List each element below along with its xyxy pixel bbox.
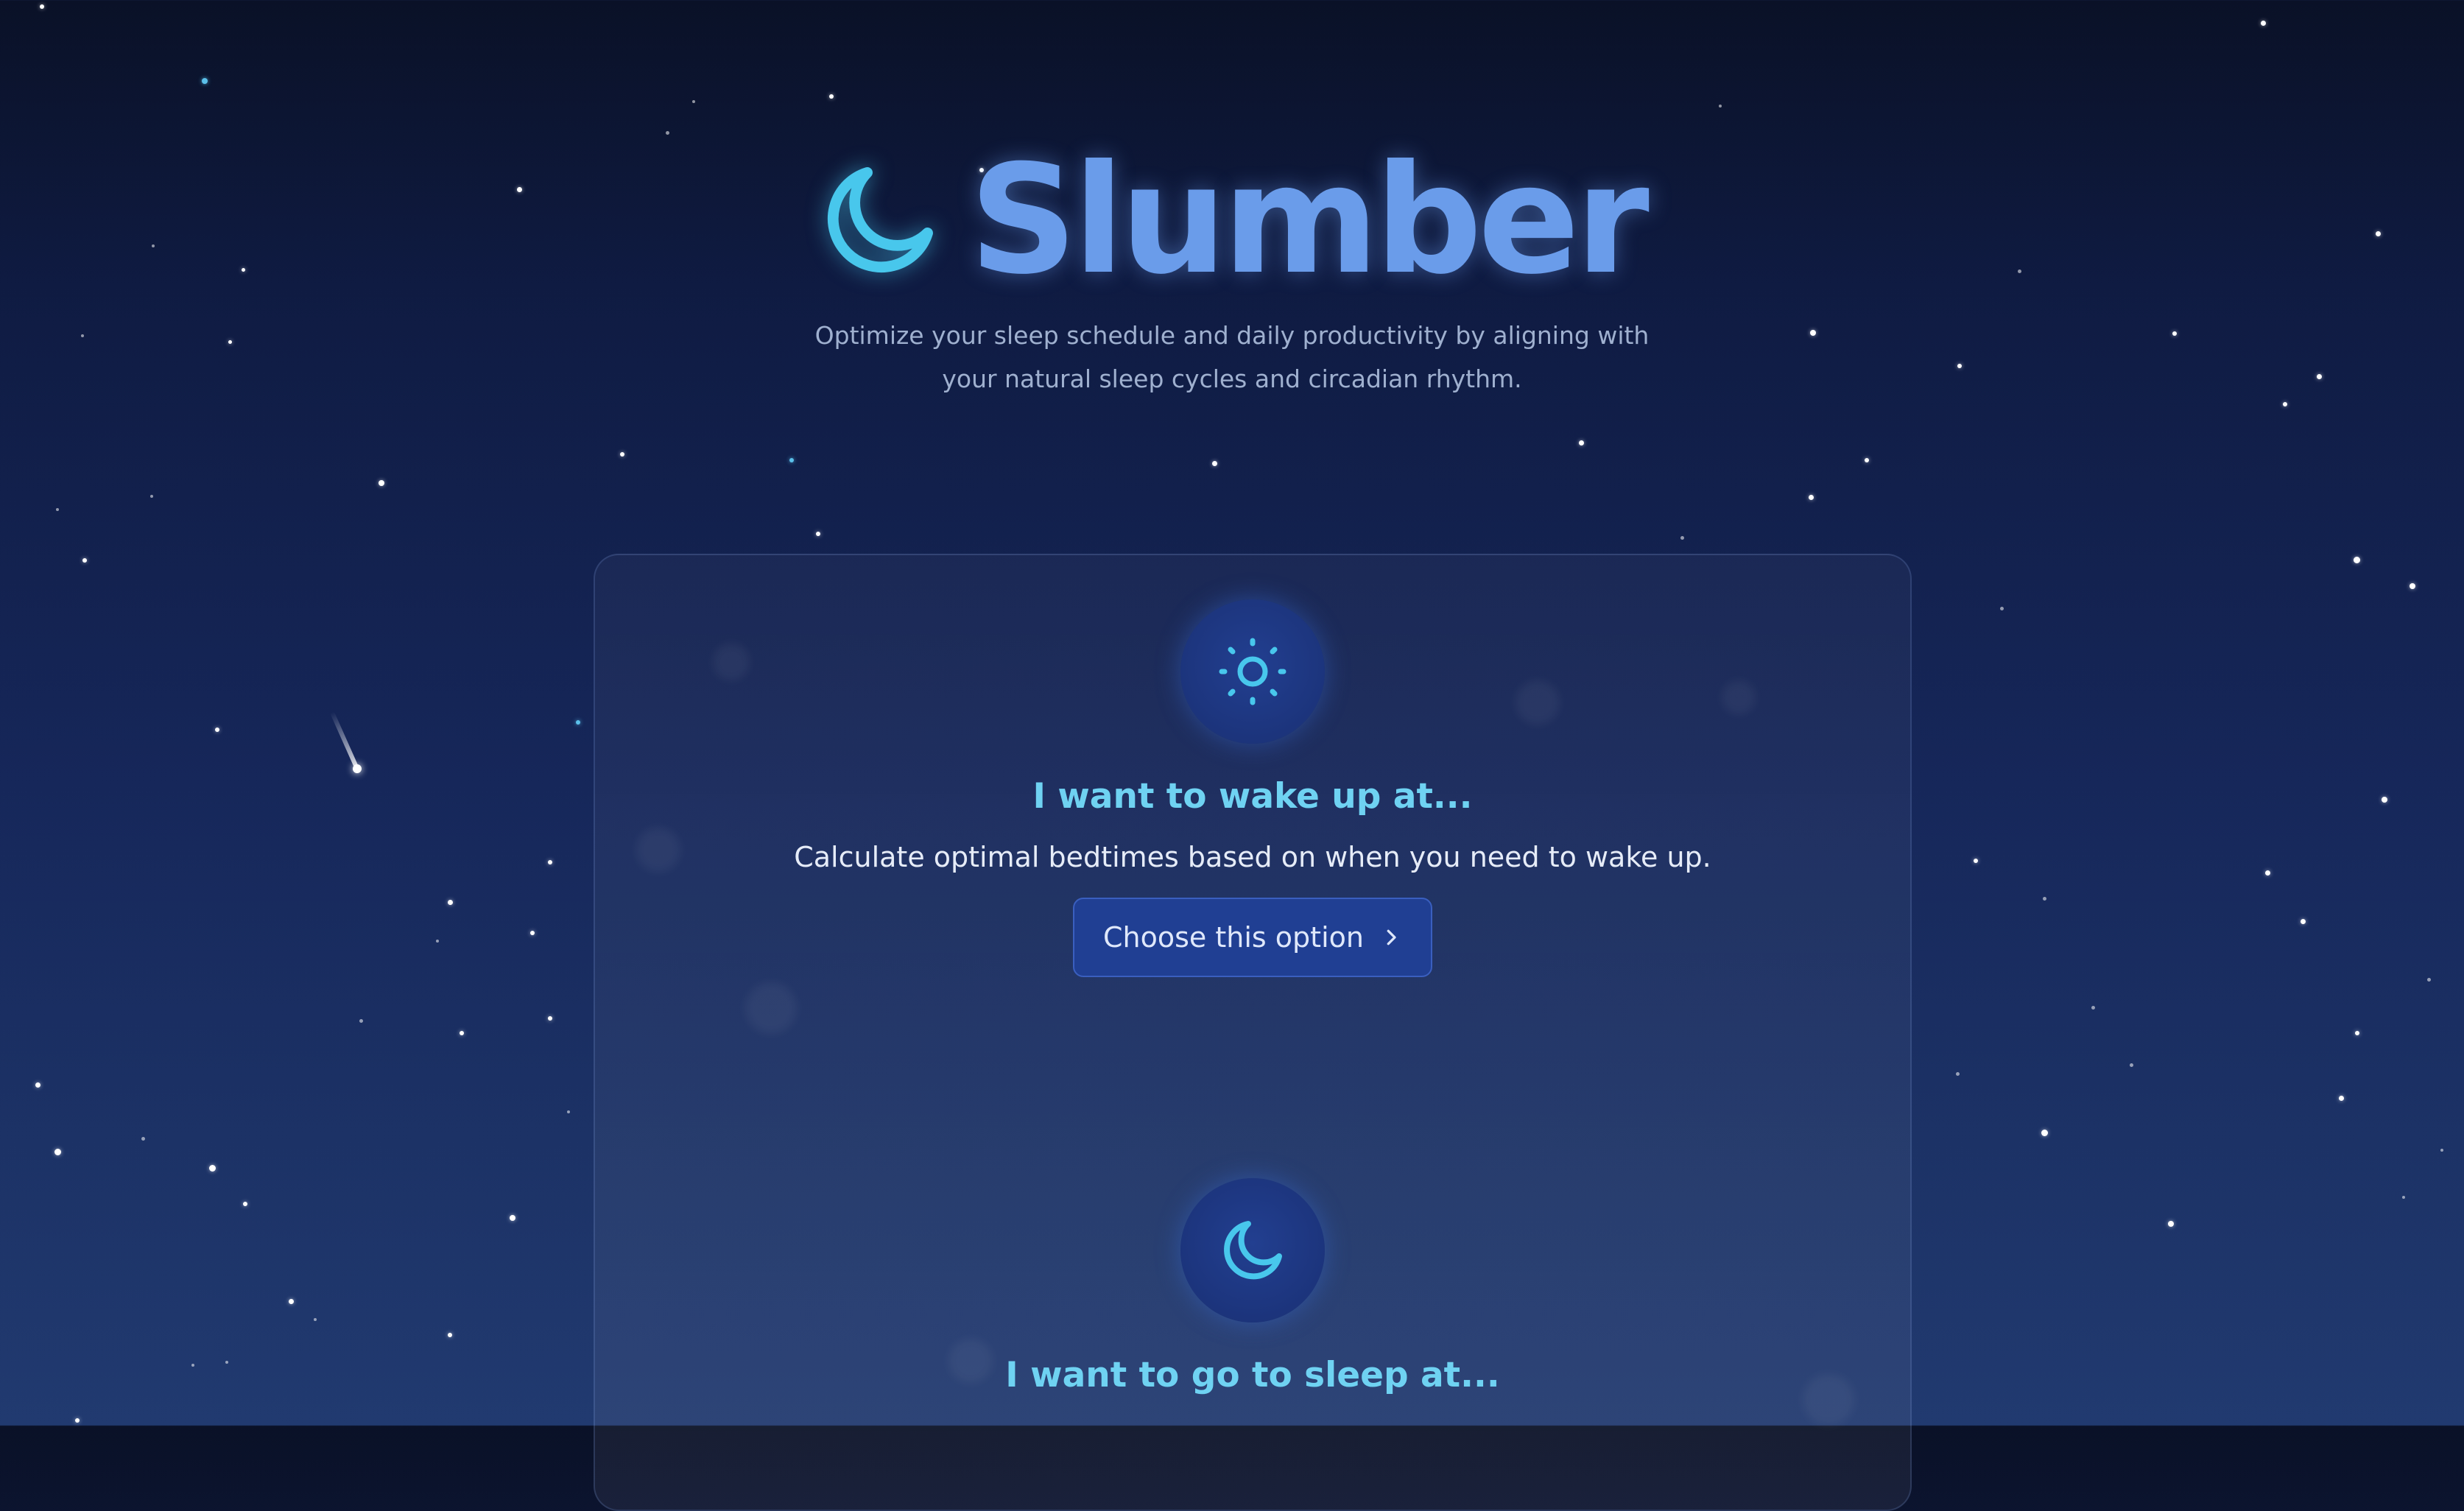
- brand: Slumber: [819, 133, 1650, 308]
- star: [620, 452, 624, 457]
- star: [54, 1149, 61, 1155]
- star: [1212, 461, 1217, 466]
- star: [510, 1215, 515, 1221]
- crescent-moon-logo-icon: [828, 167, 934, 273]
- star: [40, 4, 44, 9]
- star: [359, 1019, 363, 1023]
- star: [829, 94, 834, 99]
- star: [460, 1031, 464, 1035]
- star: [202, 78, 208, 84]
- option-go-to-sleep: I want to go to sleep at...: [595, 1178, 1910, 1395]
- star: [816, 532, 820, 536]
- star: [2354, 557, 2360, 563]
- star: [2283, 402, 2287, 406]
- star: [789, 458, 794, 462]
- star: [215, 728, 219, 732]
- star: [289, 1299, 294, 1304]
- star: [1974, 859, 1978, 863]
- tagline-line-2: your natural sleep cycles and circadian …: [942, 364, 1522, 393]
- star: [2130, 1063, 2133, 1067]
- star: [243, 1202, 247, 1206]
- star: [1809, 495, 1814, 500]
- chevron-right-icon: [1387, 929, 1396, 945]
- star: [436, 940, 439, 943]
- options-card: I want to wake up at... Calculate optima…: [594, 554, 1912, 1511]
- star: [2261, 21, 2266, 26]
- star: [2043, 897, 2046, 901]
- star: [1579, 440, 1584, 445]
- sun-icon-badge: [1180, 599, 1325, 744]
- star: [225, 1361, 228, 1364]
- star: [448, 1333, 452, 1337]
- star: [692, 100, 695, 103]
- star: [2339, 1096, 2344, 1101]
- option-description: Calculate optimal bedtimes based on when…: [794, 840, 1711, 873]
- star: [2355, 1031, 2359, 1035]
- star: [2265, 870, 2270, 876]
- tagline: Optimize your sleep schedule and daily p…: [790, 314, 1674, 401]
- star: [2382, 797, 2387, 803]
- app-header: Slumber Optimize your sleep schedule and…: [0, 133, 2464, 401]
- star: [1680, 536, 1684, 540]
- star: [548, 1016, 552, 1021]
- glow-blob: [745, 982, 797, 1034]
- choose-option-label: Choose this option: [1103, 921, 1364, 954]
- shooting-star: [330, 711, 359, 770]
- star: [1719, 105, 1722, 108]
- star: [530, 931, 535, 935]
- star: [150, 495, 153, 498]
- option-title: I want to go to sleep at...: [1005, 1355, 1500, 1395]
- star: [209, 1165, 216, 1172]
- star: [141, 1137, 145, 1141]
- app-title: Slumber: [969, 133, 1650, 308]
- star: [2168, 1221, 2174, 1227]
- star: [1956, 1072, 1960, 1076]
- star: [666, 131, 669, 135]
- star: [567, 1110, 570, 1113]
- star: [2440, 1149, 2443, 1152]
- tagline-line-1: Optimize your sleep schedule and daily p…: [814, 321, 1650, 350]
- sun-icon: [1219, 638, 1286, 705]
- star: [56, 508, 59, 511]
- option-title: I want to wake up at...: [1032, 776, 1473, 817]
- star: [2041, 1130, 2048, 1136]
- star: [2000, 607, 2004, 610]
- star: [314, 1318, 317, 1321]
- star: [548, 860, 552, 864]
- star: [2402, 1196, 2405, 1199]
- star: [448, 900, 453, 905]
- star: [379, 480, 384, 486]
- star: [1865, 458, 1869, 462]
- option-wake-up: I want to wake up at... Calculate optima…: [595, 599, 1910, 978]
- moon-icon: [1224, 1221, 1282, 1280]
- star: [2301, 919, 2306, 924]
- star: [2091, 1006, 2095, 1010]
- star: [2427, 978, 2431, 982]
- moon-icon-badge: [1180, 1178, 1325, 1322]
- star: [82, 558, 87, 563]
- star: [2410, 583, 2415, 589]
- star: [576, 720, 580, 725]
- star: [191, 1364, 194, 1367]
- star: [75, 1418, 80, 1423]
- choose-option-button[interactable]: Choose this option: [1073, 898, 1432, 978]
- star: [35, 1082, 41, 1088]
